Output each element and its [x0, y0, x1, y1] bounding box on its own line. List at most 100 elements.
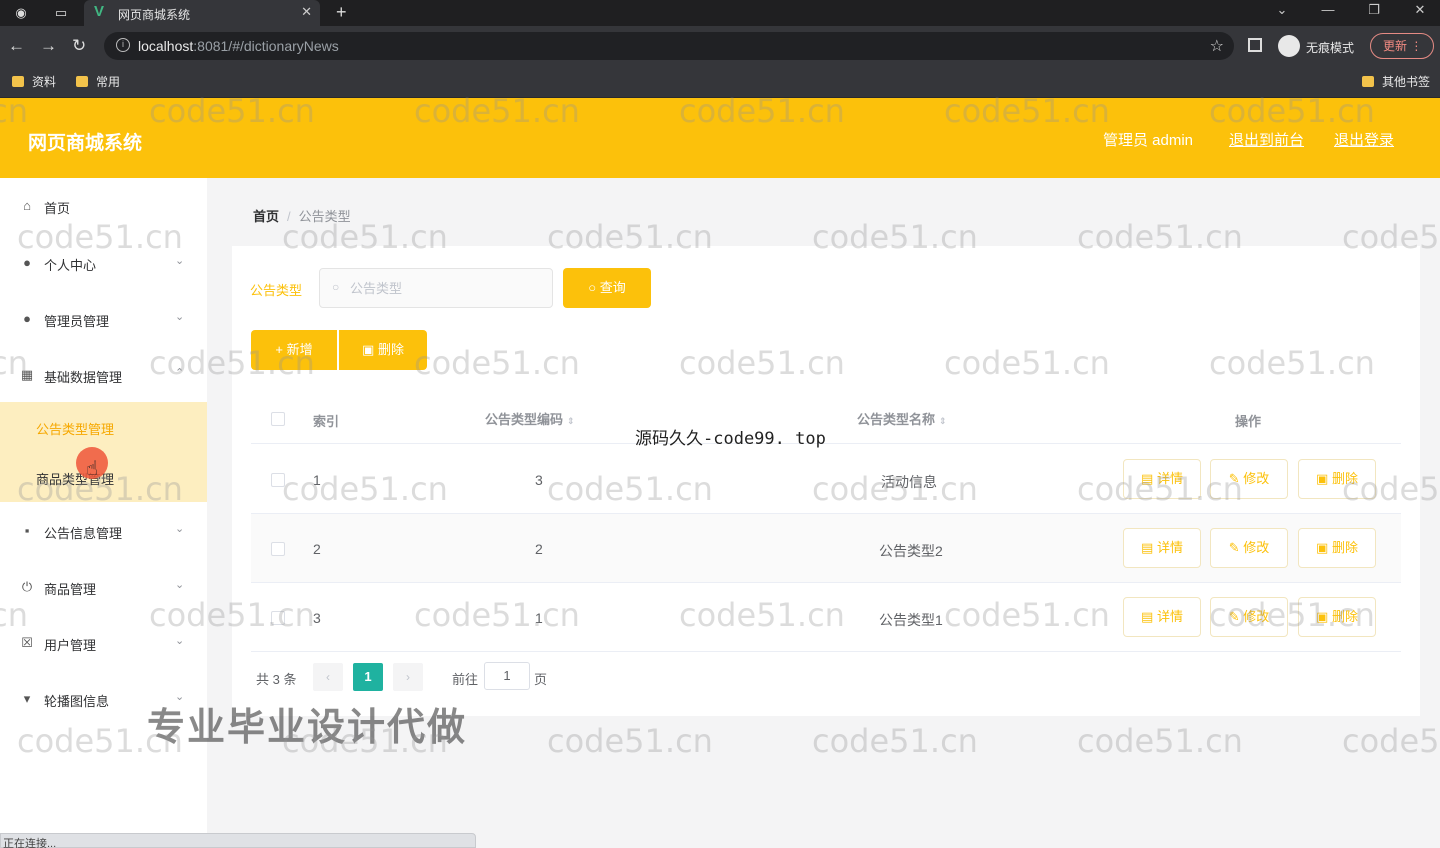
- cell-name: 公告类型2: [879, 543, 943, 559]
- folder-icon: [1362, 76, 1374, 87]
- sidebar-item-profile[interactable]: ● 个人中心 ⌄: [0, 243, 207, 283]
- goto-page-input[interactable]: 1: [484, 662, 530, 690]
- update-button[interactable]: 更新 ⋮: [1370, 33, 1434, 59]
- breadcrumb-home[interactable]: 首页: [253, 209, 279, 224]
- row-checkbox[interactable]: [271, 473, 285, 487]
- vue-logo-icon: V: [94, 3, 105, 20]
- tab-close-icon[interactable]: ✕: [301, 4, 312, 20]
- chevron-down-icon: ⌄: [175, 635, 185, 647]
- bookmark-folder-0[interactable]: 资料: [12, 73, 56, 90]
- cell-index: 3: [313, 610, 321, 626]
- sidebar-item-admins[interactable]: ● 管理员管理 ⌄: [0, 299, 207, 339]
- breadcrumb-current: 公告类型: [298, 209, 351, 224]
- select-all-checkbox[interactable]: [271, 412, 285, 426]
- batch-delete-button[interactable]: ▣ 删除: [339, 330, 427, 370]
- home-icon: ⌂: [23, 198, 31, 213]
- delete-button[interactable]: ▣ 删除: [1298, 597, 1376, 637]
- header-code[interactable]: 公告类型编码 ⇕: [485, 409, 575, 428]
- power-icon: ⏻: [21, 579, 33, 594]
- new-tab-icon[interactable]: +: [336, 2, 347, 23]
- notice-type-input[interactable]: [350, 278, 540, 298]
- delete-button[interactable]: ▣ 删除: [1298, 528, 1376, 568]
- edit-button[interactable]: ✎ 修改: [1210, 528, 1288, 568]
- filter-label: 公告类型: [250, 283, 303, 298]
- sidebar-item-notices[interactable]: ▪ 公告信息管理 ⌄: [0, 511, 207, 551]
- trash-icon: ▣: [362, 342, 375, 357]
- restore-icon[interactable]: ❐: [1364, 2, 1384, 18]
- chevron-down-icon: ⌄: [175, 311, 185, 323]
- bulb-icon: ●: [23, 311, 31, 326]
- pagination-total: 共 3 条: [256, 672, 297, 687]
- delete-button[interactable]: ▣ 删除: [1298, 459, 1376, 499]
- detail-button[interactable]: ▤ 详情: [1123, 459, 1201, 499]
- browser-toolbar: ← → ↻ i localhost:8081/#/dictionaryNews …: [0, 26, 1440, 66]
- grid-icon: ▦: [20, 367, 34, 382]
- query-button[interactable]: ○ 查询: [563, 268, 651, 308]
- header-ops: 操作: [1235, 414, 1262, 429]
- add-button[interactable]: + 新增: [251, 330, 337, 370]
- incognito-icon[interactable]: [1278, 35, 1300, 57]
- table-header: 索引 公告类型编码 ⇕ 公告类型名称 ⇕ 操作: [251, 394, 1401, 444]
- sidebar-subitem-label: 公告类型管理: [36, 422, 115, 437]
- cell-name: 公告类型1: [879, 612, 943, 628]
- edit-button[interactable]: ✎ 修改: [1210, 597, 1288, 637]
- edit-button[interactable]: ✎ 修改: [1210, 459, 1288, 499]
- reload-icon[interactable]: ↻: [72, 36, 86, 56]
- sort-icon[interactable]: ⇕: [939, 416, 947, 426]
- goto-unit: 页: [534, 672, 548, 687]
- sort-icon[interactable]: ⇕: [567, 416, 575, 426]
- sidebar-item-home[interactable]: ⌂ 首页: [0, 186, 207, 226]
- browser-menu-icon[interactable]: ◉: [12, 4, 30, 22]
- close-window-icon[interactable]: ✕: [1410, 2, 1430, 18]
- bookmark-folder-1[interactable]: 常用: [76, 73, 120, 90]
- sidebar-item-basic-data[interactable]: ▦ 基础数据管理 ⌃: [0, 355, 207, 395]
- plus-icon: +: [275, 342, 283, 357]
- sidebar-item-label: 基础数据管理: [44, 370, 123, 385]
- logout-link[interactable]: 退出登录: [1334, 129, 1394, 150]
- page-1-button[interactable]: 1: [353, 663, 383, 691]
- search-icon: ○: [332, 280, 340, 294]
- sidebar-item-users[interactable]: ☒ 用户管理 ⌄: [0, 623, 207, 663]
- browser-status-bar: 正在连接...: [0, 833, 476, 848]
- app-header: 网页商城系统 管理员 admin 退出到前台 退出登录: [0, 98, 1440, 178]
- header-name[interactable]: 公告类型名称 ⇕: [857, 409, 947, 428]
- address-bar[interactable]: i localhost:8081/#/dictionaryNews ☆: [104, 32, 1234, 60]
- forward-icon[interactable]: →: [40, 36, 57, 56]
- minimize-icon[interactable]: —: [1318, 2, 1338, 17]
- chevron-down-icon: ⌄: [175, 255, 185, 267]
- back-icon[interactable]: ←: [8, 36, 25, 56]
- apps-icon: ▪: [24, 523, 30, 538]
- tab-search-icon[interactable]: ▭: [52, 4, 70, 22]
- other-bookmarks[interactable]: 其他书签: [1362, 73, 1430, 90]
- table-row: 1 3 活动信息 ▤ 详情 ✎ 修改 ▣ 删除: [251, 445, 1401, 514]
- tab-title: 网页商城系统: [118, 8, 191, 22]
- url-text: localhost:8081/#/dictionaryNews: [138, 38, 339, 54]
- sidebar-item-label: 首页: [44, 201, 71, 216]
- chevron-down-icon: ⌄: [175, 523, 185, 535]
- tab-active[interactable]: V 网页商城系统 ✕: [84, 0, 320, 26]
- notice-type-search[interactable]: ○: [319, 268, 553, 308]
- prev-page-button[interactable]: ‹: [313, 663, 343, 691]
- row-checkbox[interactable]: [271, 542, 285, 556]
- bookmarks-bar: 资料 常用 其他书签: [0, 66, 1440, 98]
- detail-button[interactable]: ▤ 详情: [1123, 528, 1201, 568]
- info-icon[interactable]: i: [116, 38, 130, 52]
- folder-icon: [76, 76, 88, 87]
- sidebar-item-goods[interactable]: ⏻ 商品管理 ⌄: [0, 567, 207, 607]
- chevron-down-icon: ⌄: [175, 579, 185, 591]
- sidebar-item-label: 公告信息管理: [44, 526, 123, 541]
- breadcrumb: 首页 / 公告类型: [253, 206, 351, 225]
- sidebar-item-label: 用户管理: [44, 638, 97, 653]
- source-overlay-text: 源码久久-code99. top: [635, 429, 826, 449]
- status-text: 正在连接...: [3, 838, 57, 848]
- detail-button[interactable]: ▤ 详情: [1123, 597, 1201, 637]
- cell-code: 2: [535, 541, 543, 557]
- next-page-button[interactable]: ›: [393, 663, 423, 691]
- to-front-link[interactable]: 退出到前台: [1229, 129, 1304, 150]
- side-panel-icon[interactable]: [1248, 38, 1262, 52]
- row-checkbox[interactable]: [271, 611, 285, 625]
- tab-list-icon[interactable]: ⌄: [1272, 2, 1292, 18]
- bookmark-star-icon[interactable]: ☆: [1210, 36, 1224, 56]
- table-row: 3 1 公告类型1 ▤ 详情 ✎ 修改 ▣ 删除: [251, 583, 1401, 652]
- sidebar-subitem-notice-type[interactable]: 公告类型管理: [0, 402, 207, 452]
